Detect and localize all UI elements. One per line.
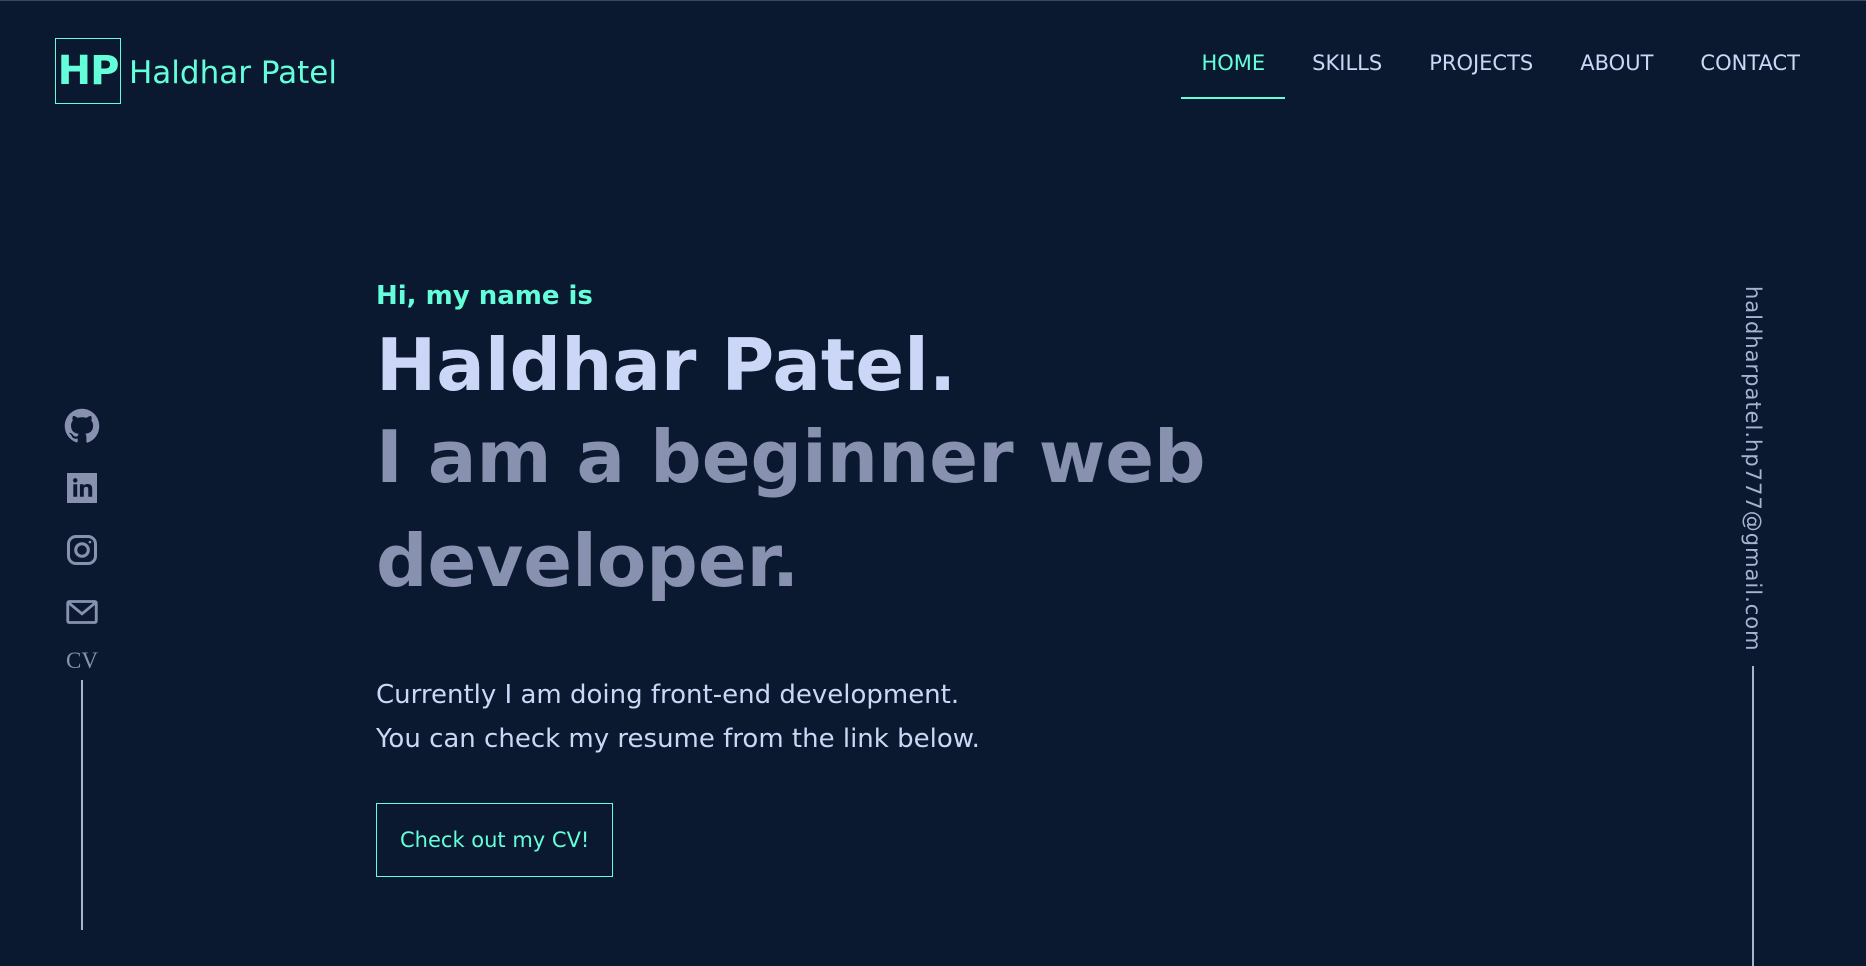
github-icon[interactable]	[62, 406, 102, 446]
nav-home[interactable]: HOME	[1181, 39, 1286, 99]
instagram-icon[interactable]	[62, 530, 102, 570]
side-email: haldharpatel.hp777@gmail.com	[1735, 286, 1771, 966]
nav-skills[interactable]: SKILLS	[1292, 39, 1402, 99]
email-divider-line	[1752, 665, 1754, 966]
nav-projects[interactable]: PROJECTS	[1409, 39, 1553, 99]
logo-initials: HP	[55, 38, 121, 104]
social-links: CV	[60, 406, 104, 930]
linkedin-icon[interactable]	[62, 468, 102, 508]
mail-icon[interactable]	[62, 592, 102, 632]
logo-name: Haldhar Patel	[129, 55, 337, 91]
nav-contact[interactable]: CONTACT	[1680, 39, 1820, 99]
social-divider-line	[81, 680, 83, 930]
email-link[interactable]: haldharpatel.hp777@gmail.com	[1741, 286, 1765, 652]
hero-description: Currently I am doing front-end developme…	[376, 673, 1276, 761]
hero-tagline: I am a beginner web developer.	[376, 415, 1206, 604]
logo[interactable]: HP Haldhar Patel	[55, 38, 337, 104]
cv-link[interactable]: CV	[66, 648, 98, 674]
hero-description-line: Currently I am doing front-end developme…	[376, 680, 960, 711]
hero-description-line: You can check my resume from the link be…	[376, 724, 980, 755]
hero-greeting: Hi, my name is	[376, 281, 593, 311]
cv-button[interactable]: Check out my CV!	[376, 803, 614, 878]
main-nav: HOME SKILLS PROJECTS ABOUT CONTACT	[1174, 39, 1820, 99]
hero-section: Hi, my name is Haldhar Patel. I am a beg…	[376, 281, 1276, 878]
nav-about[interactable]: ABOUT	[1560, 39, 1673, 99]
hero-name: Haldhar Patel.	[376, 323, 957, 407]
